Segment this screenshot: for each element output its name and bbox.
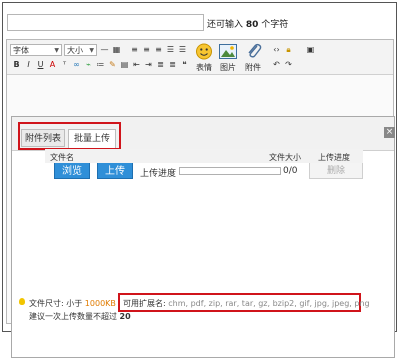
font-family-select[interactable]: 字体 ▼ <box>10 44 62 56</box>
title-input[interactable] <box>7 14 204 31</box>
eraser-icon[interactable]: ✎ <box>107 59 118 70</box>
justify-full-icon[interactable]: ≣ <box>167 59 178 70</box>
upload-count-limit: 建议一次上传数量不超过 20 <box>29 311 131 322</box>
italic-button[interactable]: I <box>23 59 34 70</box>
fullscreen-icon[interactable]: ▣ <box>305 44 316 55</box>
remaining-count: 80 <box>245 20 259 30</box>
file-size-limit: 文件尺寸: 小于 1000KB <box>29 298 116 309</box>
font-family-label: 字体 <box>13 46 29 55</box>
emoticon-label: 表情 <box>196 63 212 72</box>
close-icon[interactable]: × <box>384 127 395 138</box>
upload-progress-bar <box>179 167 281 175</box>
bold-button[interactable]: B <box>11 59 22 70</box>
rich-text-editor: 字体 ▼ 大小 ▼ — ▦ ≡ ≡ ≡ ☰ ☰ B I U A ᵀ ∞ ⌁ ≔ ✎ … <box>6 39 395 358</box>
extensions-values: chm, pdf, zip, rar, tar, gz, bzip2, gif,… <box>168 299 370 308</box>
delete-button[interactable]: 删除 <box>309 162 363 179</box>
size-limit-prefix: 文件尺寸: 小于 <box>29 299 83 308</box>
background-color-icon[interactable]: ᵀ <box>59 59 70 70</box>
remaining-characters-hint: 还可输入 80 个字符 <box>207 17 288 30</box>
blockquote-icon[interactable]: ❝ <box>179 59 190 70</box>
align-right-icon[interactable]: ≡ <box>153 44 164 55</box>
table-icon[interactable]: ▦ <box>111 44 122 55</box>
underline-button[interactable]: U <box>35 59 46 70</box>
attachment-label: 附件 <box>245 63 261 72</box>
extensions-label: 可用扩展名: <box>123 299 166 308</box>
count-limit-value: 20 <box>119 312 131 321</box>
count-limit-prefix: 建议一次上传数量不超过 <box>29 312 117 321</box>
column-file-name: 文件名 <box>50 153 74 162</box>
image-label: 图片 <box>220 63 236 72</box>
lightbulb-icon <box>19 298 25 305</box>
redo-icon[interactable]: ↷ <box>283 59 294 70</box>
unordered-list-icon[interactable]: ☰ <box>177 44 188 55</box>
column-upload-progress: 上传进度 <box>318 153 350 162</box>
browse-button[interactable]: 浏览 <box>54 162 90 179</box>
font-color-icon[interactable]: A <box>47 59 58 70</box>
column-file-size: 文件大小 <box>269 153 301 162</box>
ordered-list-icon[interactable]: ☰ <box>165 44 176 55</box>
undo-icon[interactable]: ↶ <box>271 59 282 70</box>
remaining-suffix: 个字符 <box>261 20 289 30</box>
upload-progress-count: 0/0 <box>283 166 298 176</box>
emoticon-icon[interactable] <box>195 43 213 60</box>
tabs-highlight-box <box>18 122 121 150</box>
outdent-icon[interactable]: ⇤ <box>131 59 142 70</box>
editor-toolbar: 字体 ▼ 大小 ▼ — ▦ ≡ ≡ ≡ ☰ ☰ B I U A ᵀ ∞ ⌁ ≔ ✎ … <box>7 40 393 75</box>
align-center-icon[interactable]: ≡ <box>141 44 152 55</box>
file-table-header <box>45 149 363 163</box>
font-size-label: 大小 <box>67 46 83 55</box>
paragraph-icon[interactable]: ▤ <box>119 59 130 70</box>
link-icon[interactable]: ∞ <box>71 59 82 70</box>
allowed-extensions: 可用扩展名: chm, pdf, zip, rar, tar, gz, bzip… <box>123 298 370 309</box>
image-icon[interactable] <box>219 44 237 61</box>
remaining-prefix: 还可输入 <box>207 20 244 30</box>
align-left-icon[interactable]: ≡ <box>129 44 140 55</box>
attachment-icon[interactable] <box>245 43 263 60</box>
indent-icon[interactable]: ⇥ <box>143 59 154 70</box>
upload-button[interactable]: 上传 <box>97 162 133 179</box>
list-indent-icon[interactable]: ≔ <box>95 59 106 70</box>
source-code-icon[interactable]: ‹› <box>271 44 282 55</box>
chevron-down-icon: ▼ <box>54 47 59 54</box>
horizontal-rule-icon[interactable]: — <box>99 44 110 55</box>
font-size-select[interactable]: 大小 ▼ <box>64 44 97 56</box>
chevron-down-icon: ▼ <box>89 47 94 54</box>
unlink-icon[interactable]: ⌁ <box>83 59 94 70</box>
upload-progress-label: 上传进度 <box>140 169 177 179</box>
size-limit-value: 1000KB <box>84 299 116 308</box>
justify-icon[interactable]: ≣ <box>155 59 166 70</box>
lock-icon[interactable]: 🔒︎ <box>283 44 294 55</box>
